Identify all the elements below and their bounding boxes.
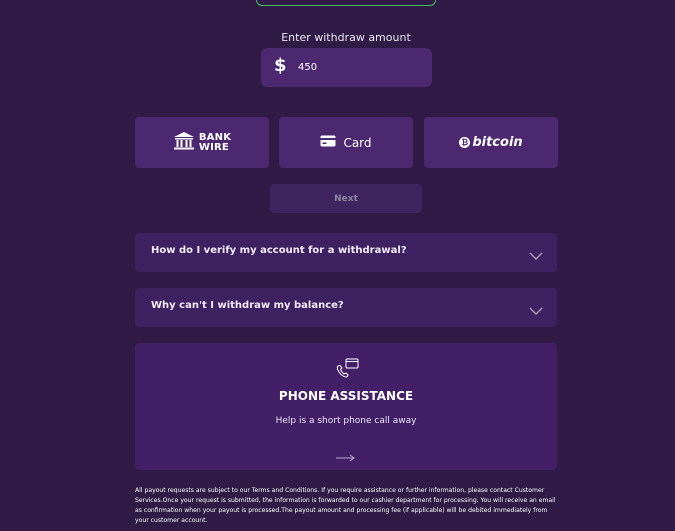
bitcoin-label: bitcoin bbox=[472, 135, 523, 150]
bank-wire-label-line2: WIRE bbox=[198, 141, 229, 153]
faq-item-verify-account[interactable]: How do I verify my account for a withdra… bbox=[135, 233, 557, 272]
bitcoin-icon: ₿ bbox=[459, 137, 471, 148]
phone-assistance-subtitle: Help is a short phone call away bbox=[275, 416, 417, 426]
card-label: Card bbox=[343, 135, 372, 150]
currency-symbol: $ bbox=[274, 55, 287, 76]
phone-assistance-card[interactable]: PHONE ASSISTANCE Help is a short phone c… bbox=[135, 343, 557, 470]
payout-disclaimer: All payout requests are subject to our T… bbox=[135, 487, 556, 524]
card-button[interactable]: Card bbox=[279, 117, 413, 168]
bank-icon bbox=[173, 131, 195, 155]
bank-wire-button[interactable]: BANK WIRE bbox=[135, 117, 269, 168]
bank-wire-label-line1: BANK bbox=[198, 131, 232, 143]
previous-input-border bbox=[256, 0, 436, 6]
withdraw-amount-field[interactable]: $ bbox=[261, 48, 432, 87]
bitcoin-button[interactable]: ₿ bitcoin bbox=[424, 117, 558, 168]
faq-question: Why can't I withdraw my balance? bbox=[151, 300, 344, 311]
next-button[interactable]: Next bbox=[270, 184, 422, 213]
phone-assistance-title: PHONE ASSISTANCE bbox=[278, 389, 414, 403]
amount-input[interactable] bbox=[298, 58, 418, 76]
credit-card-icon bbox=[320, 135, 336, 150]
withdraw-amount-label: Enter withdraw amount bbox=[281, 31, 411, 44]
faq-item-withdraw-balance[interactable]: Why can't I withdraw my balance? bbox=[135, 288, 557, 327]
faq-question: How do I verify my account for a withdra… bbox=[151, 245, 407, 256]
chevron-down-icon bbox=[529, 301, 543, 320]
chevron-down-icon bbox=[529, 246, 543, 265]
arrow-right-icon[interactable] bbox=[336, 447, 356, 466]
phone-card-icon bbox=[335, 358, 359, 384]
